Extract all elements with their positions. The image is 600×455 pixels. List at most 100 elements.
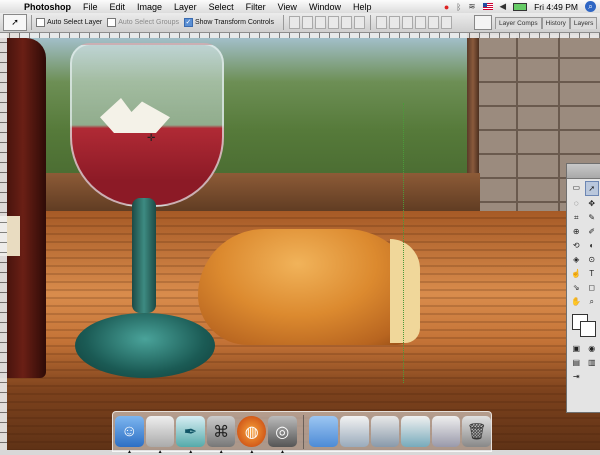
dock-documents-folder-icon[interactable] bbox=[309, 416, 339, 447]
menu-extras: ● ᛒ ≋ ◀ Fri 4:49 PM ⌕ bbox=[444, 0, 596, 13]
palette-well-tabs: Layer Comps History Layers bbox=[495, 16, 598, 29]
standard-mode-icon[interactable]: ▣ bbox=[569, 342, 584, 355]
dock-finder-icon[interactable]: ☺ bbox=[115, 416, 144, 455]
strawberry-icon[interactable]: ● bbox=[444, 2, 449, 12]
distribute-bottom-icon[interactable] bbox=[401, 16, 413, 29]
move-tool-preset-icon[interactable]: ➚ bbox=[3, 14, 27, 31]
menu-select[interactable]: Select bbox=[203, 2, 240, 12]
horizontal-ruler[interactable] bbox=[0, 33, 600, 38]
history-brush-tool-icon[interactable]: ⟲ bbox=[569, 239, 584, 252]
file-browser-icon[interactable] bbox=[474, 15, 492, 30]
distribute-hcenter-icon[interactable] bbox=[427, 16, 439, 29]
brush-tool-icon[interactable]: ✐ bbox=[585, 225, 600, 238]
distribute-right-icon[interactable] bbox=[440, 16, 452, 29]
align-top-icon[interactable] bbox=[288, 16, 300, 29]
align-left-icon[interactable] bbox=[327, 16, 339, 29]
tab-layer-comps[interactable]: Layer Comps bbox=[495, 16, 542, 29]
marquee-tool-icon[interactable]: ▭ bbox=[569, 181, 584, 194]
transform-guide[interactable] bbox=[403, 103, 404, 383]
menubar-clock[interactable]: Fri 4:49 PM bbox=[534, 2, 578, 12]
eraser-tool-icon[interactable]: ◐ bbox=[585, 239, 600, 252]
auto-select-layer-label: Auto Select Layer bbox=[47, 19, 103, 26]
align-vcenter-icon[interactable] bbox=[301, 16, 313, 29]
auto-select-groups-checkbox[interactable]: Auto Select Groups bbox=[107, 18, 179, 27]
menu-window[interactable]: Window bbox=[303, 2, 347, 12]
distribute-top-icon[interactable] bbox=[375, 16, 387, 29]
magic-wand-tool-icon[interactable]: ✥ bbox=[585, 197, 600, 210]
crop-tool-icon[interactable]: ⌗ bbox=[569, 211, 584, 224]
menu-filter[interactable]: Filter bbox=[240, 2, 272, 12]
distribute-left-icon[interactable] bbox=[414, 16, 426, 29]
spotlight-icon[interactable]: ⌕ bbox=[585, 1, 596, 12]
dock-minimized-window-icon[interactable] bbox=[370, 416, 400, 447]
lasso-tool-icon[interactable]: ◌ bbox=[569, 197, 584, 210]
auto-select-layer-checkbox[interactable]: Auto Select Layer bbox=[36, 18, 102, 27]
divider bbox=[369, 15, 371, 30]
scene-wine-glass[interactable] bbox=[70, 43, 224, 383]
bluetooth-icon[interactable]: ᛒ bbox=[456, 2, 461, 12]
dock-minimized-window-icon[interactable] bbox=[431, 416, 461, 447]
crosshair-cursor-icon: ✛ bbox=[147, 133, 156, 144]
quick-mask-mode-icon[interactable]: ◉ bbox=[585, 342, 600, 355]
vertical-ruler[interactable] bbox=[0, 33, 7, 450]
dock-system-preferences-icon[interactable] bbox=[145, 416, 175, 455]
dock-minimized-window-icon[interactable] bbox=[401, 416, 430, 447]
path-selection-tool-icon[interactable]: ☝ bbox=[569, 267, 584, 280]
glass-base bbox=[75, 313, 215, 378]
checkbox-box[interactable] bbox=[107, 18, 117, 27]
healing-brush-tool-icon[interactable]: ⊕ bbox=[569, 225, 584, 238]
menu-help[interactable]: Help bbox=[347, 2, 378, 12]
fullscreen-mode-icon[interactable]: ▥ bbox=[585, 356, 600, 369]
pen-tool-icon[interactable]: ⇘ bbox=[569, 281, 584, 294]
slice-tool-icon[interactable]: ✎ bbox=[585, 211, 600, 224]
menu-app-name[interactable]: Photoshop bbox=[22, 2, 77, 12]
tab-layers[interactable]: Layers bbox=[569, 16, 598, 29]
volume-icon[interactable]: ◀ bbox=[500, 1, 507, 12]
toolbox-palette: ▭ ➚ ◌ ✥ ⌗ ✎ ⊕ ✐ ⟲ ◐ ◈ ⊙ ☝ T ⇘ ◻ ✋ ⌕ ▣ ◉ … bbox=[566, 163, 600, 413]
toolbox-tools: ▭ ➚ ◌ ✥ ⌗ ✎ ⊕ ✐ ⟲ ◐ ◈ ⊙ ☝ T ⇘ ◻ ✋ ⌕ bbox=[567, 179, 600, 310]
menu-layer[interactable]: Layer bbox=[168, 2, 203, 12]
palette-well: Layer Comps History Layers bbox=[474, 15, 598, 30]
hand-tool-icon[interactable]: ✋ bbox=[569, 295, 584, 308]
align-right-icon[interactable] bbox=[353, 16, 365, 29]
gradient-tool-icon[interactable]: ◈ bbox=[569, 253, 584, 266]
auto-select-groups-label: Auto Select Groups bbox=[118, 19, 179, 26]
tab-history[interactable]: History bbox=[541, 16, 570, 29]
checkbox-box[interactable] bbox=[36, 18, 45, 27]
document-canvas[interactable]: ✛ bbox=[0, 33, 600, 450]
menu-image[interactable]: Image bbox=[131, 2, 168, 12]
toolbox-header[interactable] bbox=[567, 164, 600, 179]
checkbox-box-checked[interactable]: ✓ bbox=[183, 18, 193, 27]
dock-minimized-window-icon[interactable] bbox=[340, 416, 369, 447]
menu-file[interactable]: File bbox=[77, 2, 104, 12]
glass-stem bbox=[132, 198, 156, 313]
dock: ☺ ✒ ⌘ ◍ ◎ 🗑 bbox=[112, 411, 492, 455]
input-flag-icon[interactable] bbox=[482, 3, 493, 10]
jump-to-imageready-icon[interactable]: ⇥ bbox=[569, 370, 584, 383]
wifi-icon[interactable]: ≋ bbox=[468, 1, 475, 12]
align-hcenter-icon[interactable] bbox=[340, 16, 352, 29]
menu-bar: Photoshop File Edit Image Layer Select F… bbox=[0, 0, 600, 14]
dock-quill-icon[interactable]: ✒ bbox=[176, 416, 205, 455]
type-tool-icon[interactable]: T bbox=[585, 267, 600, 280]
menu-view[interactable]: View bbox=[272, 2, 303, 12]
show-transform-controls-checkbox[interactable]: ✓ Show Transform Controls bbox=[183, 18, 274, 27]
dock-trash-icon[interactable]: 🗑 bbox=[462, 416, 492, 447]
blur-tool-icon[interactable]: ⊙ bbox=[585, 253, 600, 266]
color-swatches[interactable] bbox=[570, 314, 598, 337]
background-color-swatch[interactable] bbox=[580, 321, 596, 337]
distribute-vcenter-icon[interactable] bbox=[388, 16, 400, 29]
menu-edit[interactable]: Edit bbox=[104, 2, 132, 12]
dock-image-capture-icon[interactable]: ◎ bbox=[267, 416, 297, 455]
divider bbox=[31, 15, 32, 30]
shape-tool-icon[interactable]: ◻ bbox=[585, 281, 600, 294]
dock-firefox-icon[interactable]: ◍ bbox=[237, 416, 266, 455]
toolbox-modes: ▣ ◉ ▤ ▥ ⇥ bbox=[567, 340, 600, 385]
screen-mode-icon[interactable]: ▤ bbox=[569, 356, 584, 369]
zoom-tool-icon[interactable]: ⌕ bbox=[585, 295, 600, 308]
battery-icon[interactable] bbox=[513, 2, 528, 11]
dock-preview-icon[interactable]: ⌘ bbox=[206, 416, 236, 455]
move-tool-icon[interactable]: ➚ bbox=[584, 181, 599, 196]
scene-bread-roll[interactable] bbox=[198, 229, 420, 345]
align-bottom-icon[interactable] bbox=[314, 16, 326, 29]
